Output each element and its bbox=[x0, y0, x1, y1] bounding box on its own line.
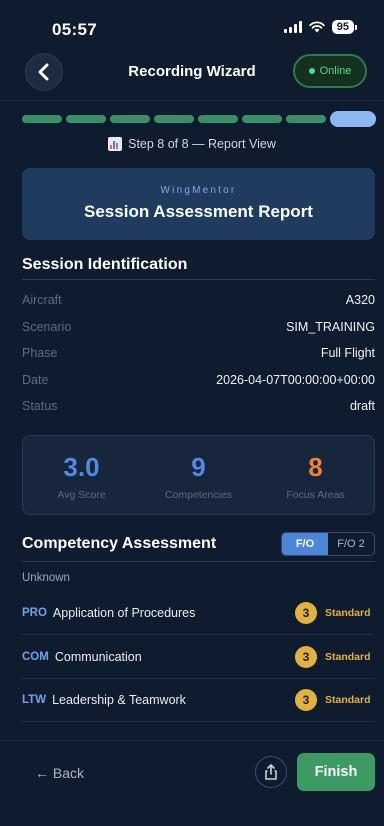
status-dot-icon bbox=[308, 68, 315, 74]
competency-name: Application of Procedures bbox=[52, 606, 196, 620]
section-divider bbox=[22, 279, 375, 280]
progress-segment bbox=[330, 111, 376, 127]
score-badge: 3 bbox=[295, 689, 317, 711]
progress-segment bbox=[66, 115, 106, 123]
stat-label: Avg Score bbox=[57, 489, 106, 501]
competency-name: Leadership & Teamwork bbox=[52, 693, 186, 707]
signal-icon bbox=[283, 21, 302, 33]
stat-value: 9 bbox=[191, 452, 206, 482]
info-key: Aircraft bbox=[22, 293, 62, 307]
bar-chart-icon bbox=[108, 137, 123, 151]
progress-segment bbox=[154, 115, 194, 123]
status-icons: 95 bbox=[283, 20, 358, 34]
share-button[interactable] bbox=[255, 756, 287, 788]
finish-button[interactable]: Finish bbox=[297, 753, 375, 791]
progress-segment bbox=[242, 115, 282, 123]
competency-code: PRO bbox=[22, 607, 47, 619]
info-key: Phase bbox=[22, 346, 58, 360]
info-row-phase: Phase Full Flight bbox=[22, 346, 375, 360]
stat-competencies: 9 Competencies bbox=[140, 436, 257, 514]
info-row-status: Status draft bbox=[22, 399, 375, 413]
info-key: Scenario bbox=[22, 320, 72, 334]
info-row-date: Date 2026-04-07T00:00:00+00:00 bbox=[22, 373, 375, 387]
grade-label: Standard bbox=[325, 651, 371, 663]
status-bar: 05:57 95 bbox=[0, 0, 384, 46]
stat-label: Competencies bbox=[164, 489, 233, 501]
online-status-badge: Online bbox=[293, 54, 367, 88]
tab-fo[interactable]: F/O bbox=[282, 533, 328, 555]
tab-fo2[interactable]: F/O 2 bbox=[328, 533, 374, 555]
stat-avg-score: 3.0 Avg Score bbox=[23, 436, 140, 514]
share-icon bbox=[265, 764, 277, 780]
info-value: draft bbox=[349, 399, 375, 413]
progress-segment bbox=[110, 115, 150, 123]
step-label: Step 8 of 8 — Report View bbox=[128, 137, 276, 151]
summary-stats-card: 3.0 Avg Score 9 Competencies 8 Focus Are… bbox=[22, 435, 375, 515]
section-title-competency: Competency Assessment bbox=[22, 535, 217, 552]
progress-segment bbox=[22, 115, 62, 123]
competency-code: LTW bbox=[22, 694, 47, 706]
competency-name: Communication bbox=[54, 650, 142, 664]
info-value: SIM_TRAINING bbox=[286, 320, 375, 334]
clock: 05:57 bbox=[52, 20, 97, 39]
report-banner: WingMentor Session Assessment Report bbox=[22, 168, 375, 240]
competency-row-pro[interactable]: PRO Application of Procedures 3 Standard bbox=[22, 592, 375, 635]
header-divider bbox=[0, 100, 384, 101]
header: Recording Wizard Online bbox=[0, 52, 384, 92]
report-title: Session Assessment Report bbox=[84, 202, 313, 221]
grade-label: Standard bbox=[325, 607, 371, 619]
info-value: Full Flight bbox=[320, 346, 375, 360]
grade-label: Standard bbox=[325, 694, 371, 706]
wifi-icon bbox=[309, 21, 325, 33]
battery-icon: 95 bbox=[331, 20, 358, 34]
info-value: A320 bbox=[345, 293, 375, 307]
section-title-identification: Session Identification bbox=[22, 256, 188, 273]
brand-name: WingMentor bbox=[160, 185, 237, 196]
competency-row-ltw[interactable]: LTW Leadership & Teamwork 3 Standard bbox=[22, 679, 375, 722]
stat-value: 3.0 bbox=[63, 452, 100, 482]
score-badge: 3 bbox=[295, 602, 317, 624]
info-row-scenario: Scenario SIM_TRAINING bbox=[22, 320, 375, 334]
step-progress bbox=[22, 111, 376, 127]
crew-toggle: F/O F/O 2 bbox=[281, 532, 375, 556]
info-key: Date bbox=[22, 373, 49, 387]
progress-segment bbox=[286, 115, 326, 123]
stat-label: Focus Areas bbox=[286, 489, 345, 501]
stat-value: 8 bbox=[308, 452, 323, 482]
info-key: Status bbox=[22, 399, 58, 413]
progress-segment bbox=[198, 115, 238, 123]
score-badge: 3 bbox=[295, 646, 317, 668]
info-value: 2026-04-07T00:00:00+00:00 bbox=[216, 373, 375, 387]
back-link[interactable]: ← Back bbox=[35, 765, 84, 781]
group-label: Unknown bbox=[22, 572, 70, 584]
competency-code: COM bbox=[22, 651, 49, 663]
step-indicator: Step 8 of 8 — Report View bbox=[0, 137, 384, 151]
footer-divider bbox=[0, 740, 384, 741]
online-status-label: Online bbox=[319, 65, 352, 77]
section-divider bbox=[22, 561, 375, 562]
competency-row-com[interactable]: COM Communication 3 Standard bbox=[22, 636, 375, 679]
info-row-aircraft: Aircraft A320 bbox=[22, 293, 375, 307]
stat-focus-areas: 8 Focus Areas bbox=[257, 436, 374, 514]
